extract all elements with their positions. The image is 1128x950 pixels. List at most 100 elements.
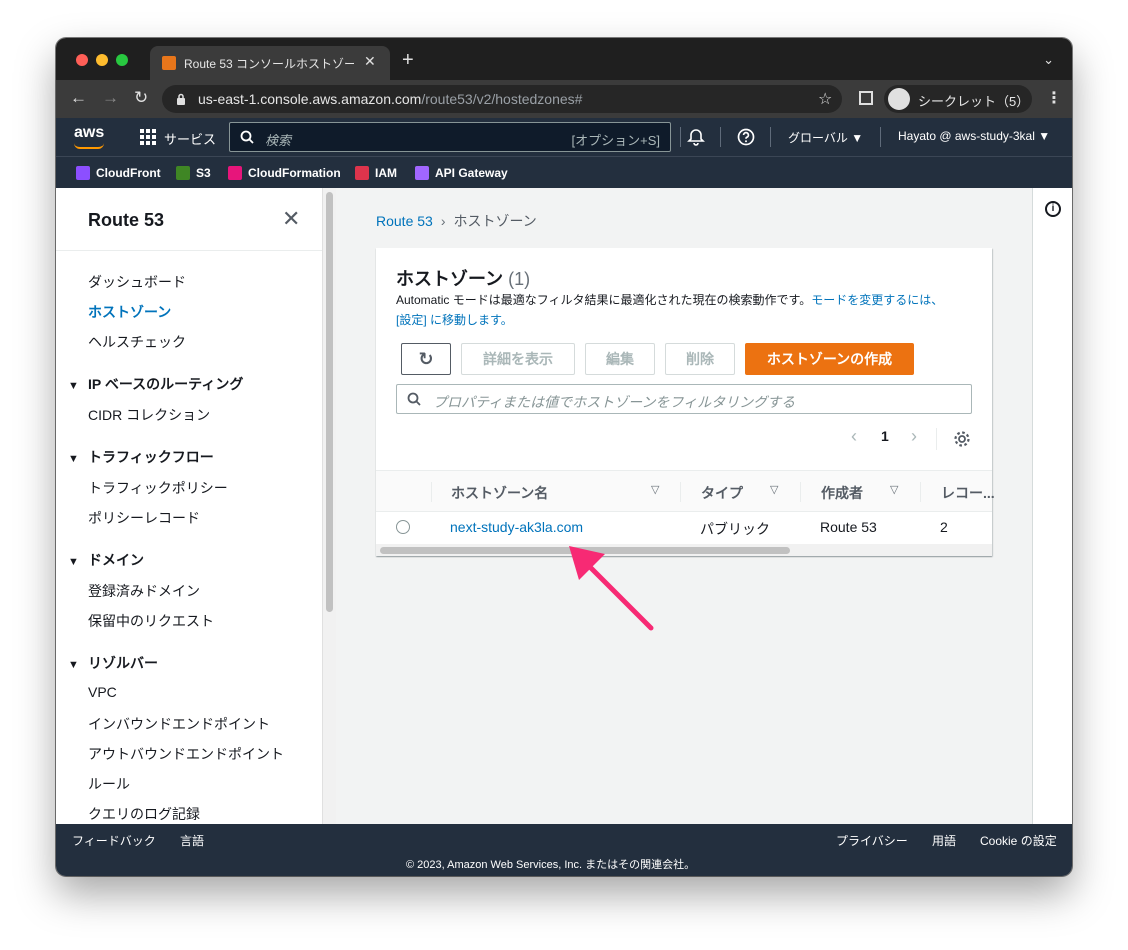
sidebar-section-ip-routing[interactable]: ▼ IP ベースのルーティング xyxy=(68,374,243,394)
help-icon[interactable] xyxy=(736,127,756,147)
side-navigation: Route 53 ✕ ダッシュボード ホストゾーン ヘルスチェック ▼ IP ベー… xyxy=(56,188,322,824)
table-horizontal-scrollbar[interactable] xyxy=(376,544,992,556)
breadcrumb-current: ホストゾーン xyxy=(453,213,537,229)
sidebar-item-policy-records[interactable]: ポリシーレコード xyxy=(88,508,200,528)
sidebar-item-registered-domains[interactable]: 登録済みドメイン xyxy=(88,581,200,601)
sort-caret-icon[interactable]: ▽ xyxy=(651,483,659,496)
sort-caret-icon[interactable]: ▽ xyxy=(770,483,778,496)
forward-icon[interactable]: → xyxy=(102,88,119,108)
notification-bell-icon[interactable] xyxy=(686,127,706,147)
sidebar-item-outbound-endpoints[interactable]: アウトバウンドエンドポイント xyxy=(88,744,284,764)
tab-close-icon[interactable]: ✕ xyxy=(364,53,376,70)
account-menu[interactable]: Hayato @ aws-study-3kal ▼ xyxy=(898,129,1050,143)
change-mode-link[interactable]: モードを変更するには、 xyxy=(811,293,943,307)
sidebar-section-resolver[interactable]: ▼ リゾルバー xyxy=(68,653,158,673)
row-select-radio[interactable] xyxy=(396,520,410,534)
page-number[interactable]: 1 xyxy=(881,428,889,444)
column-divider xyxy=(431,482,432,502)
refresh-button[interactable]: ↻ xyxy=(401,343,451,375)
bookmark-star-icon[interactable]: ☆ xyxy=(818,89,832,109)
sidebar-item-hosted-zones[interactable]: ホストゾーン xyxy=(88,302,171,322)
column-header-records[interactable]: レコー... xyxy=(941,483,995,503)
side-panel-icon[interactable] xyxy=(859,91,873,105)
close-icon[interactable]: ✕ xyxy=(282,206,300,232)
chevron-down-icon[interactable]: ⌄ xyxy=(1043,52,1054,68)
description-text: Automatic モードは最適なフィルタ結果に最適化された現在の検索動作です。 xyxy=(396,293,812,307)
reload-icon[interactable]: ↻ xyxy=(134,88,148,108)
column-header-name[interactable]: ホストゾーン名 xyxy=(451,483,548,503)
cookie-settings-link[interactable]: Cookie の設定 xyxy=(980,832,1057,849)
create-hosted-zone-button[interactable]: ホストゾーンの作成 xyxy=(745,343,914,375)
menu-kebab-icon[interactable]: ⋮ xyxy=(1046,88,1062,108)
sidenav-scrollbar[interactable] xyxy=(322,188,336,824)
privacy-link[interactable]: プライバシー xyxy=(836,832,908,849)
sidebar-item-rules[interactable]: ルール xyxy=(88,774,130,794)
header-divider xyxy=(720,127,721,147)
table-header: ホストゾーン名 ▽ タイプ ▽ 作成者 ▽ レコー... xyxy=(376,470,995,512)
language-link[interactable]: 言語 xyxy=(180,832,204,849)
favorite-s3[interactable]: S3 xyxy=(176,166,211,180)
panel-count: (1) xyxy=(508,269,531,289)
search-shortcut: [オプション+S] xyxy=(571,133,661,148)
sidebar-item-vpcs[interactable]: VPC xyxy=(88,684,117,700)
search-icon xyxy=(240,130,254,144)
maximize-window-button[interactable] xyxy=(116,54,128,66)
sidebar-section-domains[interactable]: ▼ ドメイン xyxy=(68,550,144,570)
filter-input[interactable]: プロパティまたは値でホストゾーンをフィルタリングする xyxy=(396,384,972,414)
url-input[interactable]: us-east-1.console.aws.amazon.com/route53… xyxy=(162,85,842,113)
favorite-cloudformation[interactable]: CloudFormation xyxy=(228,166,341,180)
sidebar-item-traffic-policies[interactable]: トラフィックポリシー xyxy=(88,478,228,498)
aws-logo[interactable]: aws xyxy=(74,124,104,142)
favorite-label: API Gateway xyxy=(435,166,508,180)
services-menu[interactable]: サービス xyxy=(164,129,216,148)
settings-link[interactable]: [設定] に移動します。 xyxy=(396,313,513,327)
caret-down-icon: ▼ xyxy=(68,380,79,392)
delete-button[interactable]: 削除 xyxy=(665,343,735,375)
sidebar-item-cidr-collections[interactable]: CIDR コレクション xyxy=(88,405,210,425)
region-selector[interactable]: グローバル ▼ xyxy=(788,129,863,146)
sidenav-title: Route 53 xyxy=(88,210,165,230)
terms-link[interactable]: 用語 xyxy=(932,832,956,849)
url-path: /route53/v2/hostedzones# xyxy=(421,91,583,107)
info-icon[interactable]: i xyxy=(1045,201,1061,217)
search-input[interactable]: 検索 [オプション+S] xyxy=(229,122,671,152)
breadcrumb-root-link[interactable]: Route 53 xyxy=(376,213,433,229)
s3-icon xyxy=(176,166,190,180)
back-icon[interactable]: ← xyxy=(70,88,87,108)
minimize-window-button[interactable] xyxy=(96,54,108,66)
prev-page-icon[interactable]: ‹ xyxy=(851,426,857,447)
hosted-zones-panel: ホストゾーン (1) Automatic モードは最適なフィルタ結果に最適化され… xyxy=(376,248,995,556)
sidebar-item-health-checks[interactable]: ヘルスチェック xyxy=(88,332,186,352)
incognito-icon xyxy=(888,88,910,110)
panel-description: Automatic モードは最適なフィルタ結果に最適化された現在の検索動作です。… xyxy=(396,290,956,330)
services-grid-icon[interactable] xyxy=(140,129,156,145)
column-header-creator[interactable]: 作成者 xyxy=(821,483,863,503)
chevron-right-icon: › xyxy=(440,213,446,229)
sidebar-item-pending-requests[interactable]: 保留中のリクエスト xyxy=(88,611,214,631)
next-page-icon[interactable]: › xyxy=(911,426,917,447)
scrollbar-thumb[interactable] xyxy=(326,192,333,612)
divider xyxy=(936,428,937,450)
feedback-link[interactable]: フィードバック xyxy=(72,832,156,849)
hosted-zone-name-link[interactable]: next-study-ak3la.com xyxy=(450,519,583,535)
sidebar-section-traffic-flow[interactable]: ▼ トラフィックフロー xyxy=(68,447,214,467)
refresh-icon: ↻ xyxy=(418,349,434,369)
url-text: us-east-1.console.aws.amazon.com/route53… xyxy=(198,91,582,107)
sort-caret-icon[interactable]: ▽ xyxy=(890,483,898,496)
sidebar-item-dashboard[interactable]: ダッシュボード xyxy=(88,272,186,292)
search-icon xyxy=(407,392,421,406)
new-tab-icon[interactable]: + xyxy=(402,50,414,70)
favorite-cloudfront[interactable]: CloudFront xyxy=(76,166,161,180)
gear-icon[interactable] xyxy=(953,430,971,448)
column-header-type[interactable]: タイプ xyxy=(701,483,743,503)
close-window-button[interactable] xyxy=(76,54,88,66)
caret-down-icon: ▼ xyxy=(68,556,79,568)
favorite-api-gateway[interactable]: API Gateway xyxy=(415,166,508,180)
edit-button[interactable]: 編集 xyxy=(585,343,655,375)
favorite-iam[interactable]: IAM xyxy=(355,166,397,180)
view-details-button[interactable]: 詳細を表示 xyxy=(461,343,575,375)
sidebar-item-inbound-endpoints[interactable]: インバウンドエンドポイント xyxy=(88,714,270,734)
incognito-button[interactable]: シークレット（5） xyxy=(884,85,1032,113)
browser-tab[interactable]: Route 53 コンソールホストゾーン ✕ xyxy=(150,46,390,80)
sidebar-item-query-logging[interactable]: クエリのログ記録 xyxy=(88,804,200,824)
